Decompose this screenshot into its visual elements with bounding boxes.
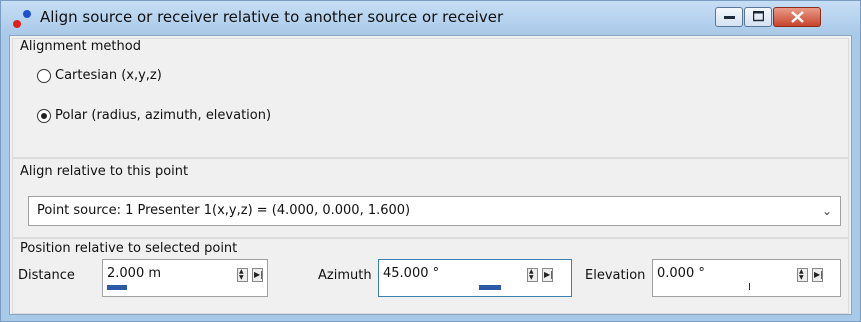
app-icon — [13, 10, 31, 28]
azimuth-level-bar — [479, 285, 501, 290]
alignment-method-label: Alignment method — [20, 39, 141, 54]
elevation-end-button[interactable]: ▶| — [812, 268, 823, 282]
dialog-window: Align source or receiver relative to ano… — [0, 0, 861, 322]
distance-value: 2.000 m — [107, 266, 162, 281]
distance-label: Distance — [18, 268, 75, 283]
window-title: Align source or receiver relative to ano… — [40, 8, 504, 26]
distance-spinner[interactable]: ▲ ▼ — [237, 268, 248, 282]
alignment-method-group: Alignment method Cartesian (x,y,z) Polar… — [12, 38, 849, 158]
azimuth-end-button[interactable]: ▶| — [542, 268, 553, 282]
polar-radio[interactable] — [37, 109, 51, 123]
chevron-down-icon: ⌄ — [821, 204, 832, 218]
minimize-icon — [724, 16, 735, 19]
elevation-spinner[interactable]: ▲ ▼ — [797, 268, 808, 282]
position-label: Position relative to selected point — [20, 241, 238, 256]
maximize-icon — [753, 11, 764, 22]
distance-field[interactable]: 2.000 m ▲ ▼ ▶| — [102, 259, 268, 297]
elevation-value: 0.000 ° — [657, 266, 705, 281]
elevation-label: Elevation — [585, 268, 646, 283]
azimuth-value: 45.000 ° — [383, 266, 440, 281]
title-bar[interactable]: Align source or receiver relative to ano… — [1, 1, 860, 35]
maximize-button[interactable] — [744, 7, 772, 27]
azimuth-spinner[interactable]: ▲ ▼ — [527, 268, 538, 282]
elevation-level-tick — [749, 283, 750, 290]
azimuth-label: Azimuth — [318, 268, 372, 283]
close-icon — [791, 11, 804, 23]
close-button[interactable] — [773, 7, 821, 27]
distance-end-button[interactable]: ▶| — [252, 268, 263, 282]
cartesian-radio-label[interactable]: Cartesian (x,y,z) — [55, 68, 162, 83]
reference-point-dropdown[interactable]: Point source: 1 Presenter 1(x,y,z) = (4.… — [28, 196, 841, 226]
polar-radio-dot — [41, 113, 47, 119]
distance-level-bar — [107, 285, 127, 290]
azimuth-field[interactable]: 45.000 ° ▲ ▼ ▶| — [378, 259, 572, 297]
elevation-field[interactable]: 0.000 ° ▲ ▼ ▶| — [652, 259, 841, 297]
minimize-button[interactable] — [715, 7, 743, 27]
cartesian-radio[interactable] — [37, 69, 51, 83]
align-relative-label: Align relative to this point — [20, 164, 189, 179]
polar-radio-label[interactable]: Polar (radius, azimuth, elevation) — [55, 108, 271, 123]
reference-point-value: Point source: 1 Presenter 1(x,y,z) = (4.… — [37, 203, 411, 218]
